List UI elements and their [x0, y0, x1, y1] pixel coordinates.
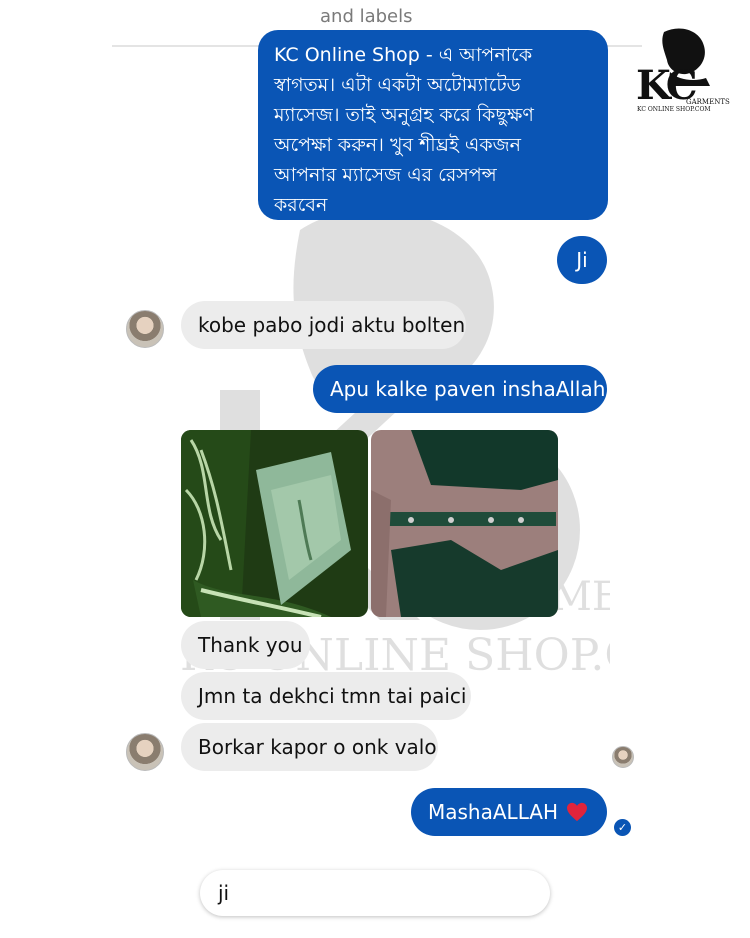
message-bubble-outgoing[interactable]: MashaALLAH	[411, 788, 607, 836]
partial-header-label: and labels	[320, 6, 413, 27]
message-composer-input[interactable]: ji	[200, 870, 550, 916]
product-photo-pink-green-borka[interactable]	[371, 430, 558, 617]
customer-avatar[interactable]	[126, 310, 164, 348]
brand-logo-tagline: GARMENTS	[686, 98, 730, 106]
check-circle-icon: ✓	[614, 819, 631, 836]
message-bubble-incoming[interactable]: Thank you	[181, 621, 310, 669]
brand-logo-site: KC ONLINE SHOP.COM	[637, 106, 711, 113]
message-bubble-incoming[interactable]: Borkar kapor o onk valo	[181, 723, 438, 771]
message-bubble-incoming[interactable]: Jmn ta dekhci tmn tai paici	[181, 672, 471, 720]
customer-avatar[interactable]	[126, 733, 164, 771]
product-photo-green-embroidered-suit[interactable]	[181, 430, 368, 617]
message-bubble-incoming[interactable]: kobe pabo jodi aktu bolten	[181, 301, 466, 349]
brand-logo-initials: KC	[636, 62, 697, 109]
message-text: MashaALLAH	[428, 800, 559, 824]
message-bubble-outgoing[interactable]: Ji	[557, 236, 607, 284]
message-bubble-welcome[interactable]: KC Online Shop - এ আপনাকে স্বাগতম। এটা এ…	[258, 30, 608, 220]
read-receipt-avatar	[612, 746, 634, 768]
heart-icon	[567, 802, 588, 822]
brand-logo: KC GARMENTS KC ONLINE SHOP.COM	[634, 28, 730, 113]
message-bubble-outgoing[interactable]: Apu kalke paven inshaAllah	[313, 365, 607, 413]
